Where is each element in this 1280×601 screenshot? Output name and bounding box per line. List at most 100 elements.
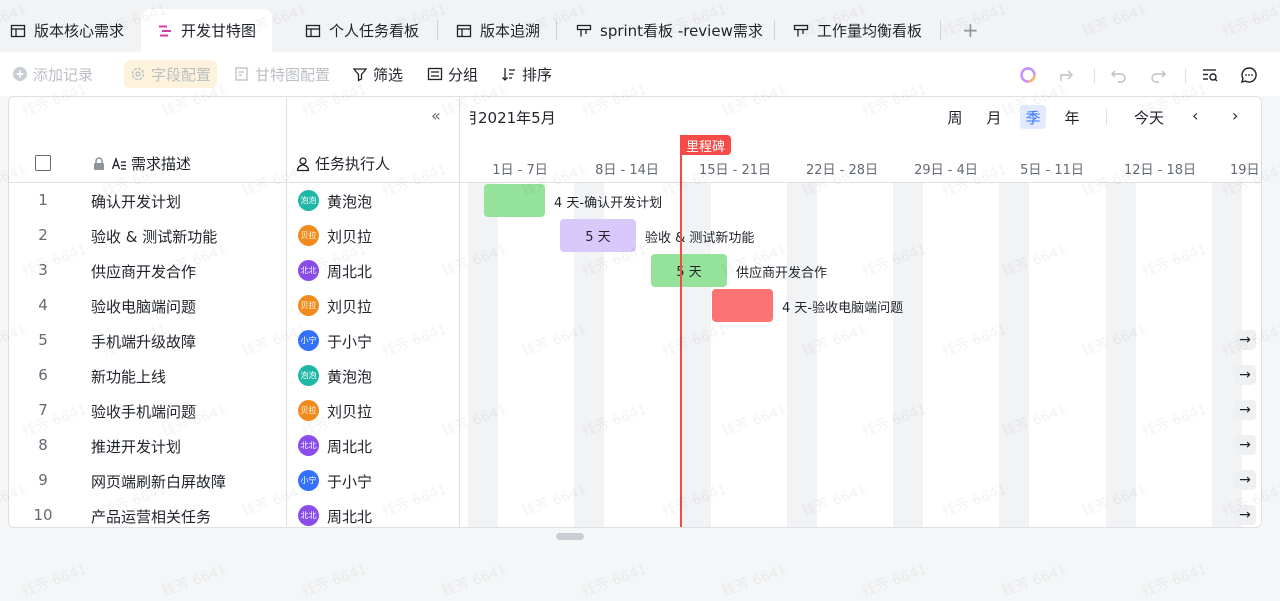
add-record-label: 添加记录 (33, 65, 94, 84)
scroll-to-bar-arrow-icon[interactable]: → (1234, 435, 1256, 455)
row-number: 3 (38, 261, 48, 279)
table-row[interactable]: 4 验收电脑端问题 贝拉 刘贝拉 (9, 288, 459, 323)
assignee-name[interactable]: 周北北 (327, 436, 372, 457)
assignee-name[interactable]: 黄泡泡 (327, 366, 372, 387)
undo-icon[interactable] (1110, 66, 1128, 84)
assignee-name[interactable]: 于小宁 (327, 331, 372, 352)
avatar: 泡泡 (298, 190, 319, 211)
row-desc[interactable]: 确认开发计划 (91, 191, 181, 212)
assignee-name[interactable]: 黄泡泡 (327, 191, 372, 212)
sort-button[interactable]: 排序 (495, 60, 558, 88)
table-row[interactable]: 6 新功能上线 泡泡 黄泡泡 (9, 358, 459, 393)
tab-dev-gantt[interactable]: 开发甘特图 (141, 9, 273, 52)
scroll-to-bar-arrow-icon[interactable]: → (1234, 470, 1256, 490)
gantt-bar[interactable] (712, 289, 773, 322)
tab-separator (940, 20, 941, 40)
avatar: 小宁 (298, 470, 319, 491)
tab-sprint-kanban[interactable]: sprint看板 -review需求 (576, 9, 763, 52)
table-row[interactable]: 2 验收 & 测试新功能 贝拉 刘贝拉 (9, 218, 459, 253)
row-desc[interactable]: 手机端升级故障 (91, 331, 196, 352)
group-label: 分组 (448, 65, 479, 84)
weekend-band (893, 183, 923, 527)
watermark: 钱芳 6641 (999, 561, 1070, 601)
gantt-timeline: 月2021年5月 周 月 季 年 今天 ‹ › 1日 - 7日8日 - 14日1… (460, 97, 1261, 527)
table-row[interactable]: 3 供应商开发合作 北北 周北北 (9, 253, 459, 288)
gantt-config-button[interactable]: 甘特图配置 (228, 60, 336, 88)
watermark: 钱芳 6641 (719, 561, 790, 601)
horizontal-scroll-handle[interactable] (556, 533, 584, 540)
weekend-band (1106, 183, 1136, 527)
row-number: 6 (38, 366, 48, 384)
select-all-checkbox[interactable] (35, 155, 51, 171)
search-records-icon[interactable] (1201, 66, 1219, 84)
row-desc[interactable]: 产品运营相关任务 (91, 506, 211, 527)
table-row[interactable]: 9 网页端刷新白屏故障 小宁 于小宁 (9, 463, 459, 498)
tab-label: 版本追溯 (480, 22, 541, 40)
pane-divider[interactable] (459, 97, 460, 527)
assignee-name[interactable]: 周北北 (327, 506, 372, 527)
table-row[interactable]: 8 推进开发计划 北北 周北北 (9, 428, 459, 463)
chevron-left-icon[interactable]: ‹ (1192, 106, 1198, 125)
scroll-to-bar-arrow-icon[interactable]: → (1234, 505, 1256, 525)
row-desc[interactable]: 供应商开发合作 (91, 261, 196, 282)
row-number: 9 (38, 471, 48, 489)
collapse-icon[interactable]: « (431, 106, 441, 125)
avatar: 北北 (298, 505, 319, 526)
redo-icon[interactable] (1149, 66, 1167, 84)
filter-button[interactable]: 筛选 (346, 60, 409, 88)
assignee-name[interactable]: 刘贝拉 (327, 226, 372, 247)
row-desc[interactable]: 验收电脑端问题 (91, 296, 196, 317)
row-number: 1 (38, 191, 48, 209)
gantt-bar[interactable] (484, 184, 545, 217)
week-label: 1日 - 7日 (492, 163, 548, 178)
header-divider (1106, 109, 1107, 125)
ai-assistant-icon[interactable] (1019, 66, 1037, 84)
add-tab-icon[interactable]: + (962, 20, 979, 40)
assignee-name[interactable]: 刘贝拉 (327, 296, 372, 317)
row-desc[interactable]: 推进开发计划 (91, 436, 181, 457)
assignee-name[interactable]: 周北北 (327, 261, 372, 282)
milestone-line[interactable] (680, 137, 682, 527)
today-button[interactable]: 今天 (1134, 107, 1164, 128)
row-desc[interactable]: 验收 & 测试新功能 (91, 226, 217, 247)
row-number: 7 (38, 401, 48, 419)
sort-icon (502, 68, 515, 81)
table-row[interactable]: 5 手机端升级故障 小宁 于小宁 (9, 323, 459, 358)
milestone-tag[interactable]: 里程碑 (680, 135, 732, 155)
table-icon (10, 24, 26, 37)
gantt-bar[interactable]: 5 天 (560, 219, 636, 252)
table-row[interactable]: 7 验收手机端问题 贝拉 刘贝拉 (9, 393, 459, 428)
tab-personal-kanban[interactable]: 个人任务看板 (305, 9, 419, 52)
scroll-to-bar-arrow-icon[interactable]: → (1234, 365, 1256, 385)
gantt-bar-label: 4 天-确认开发计划 (554, 196, 663, 211)
row-desc[interactable]: 验收手机端问题 (91, 401, 196, 422)
kanban-icon (576, 24, 592, 36)
scroll-to-bar-arrow-icon[interactable]: → (1234, 330, 1256, 350)
view-month-button[interactable]: 月 (981, 105, 1007, 129)
table-row[interactable]: 1 确认开发计划 泡泡 黄泡泡 (9, 183, 459, 218)
comment-icon[interactable] (1240, 66, 1258, 84)
tab-label: 开发甘特图 (181, 22, 257, 40)
assignee-name[interactable]: 于小宁 (327, 471, 372, 492)
field-config-button[interactable]: 字段配置 (124, 60, 218, 88)
gantt-bar[interactable]: 5 天 (651, 254, 727, 287)
scroll-to-bar-arrow-icon[interactable]: → (1234, 400, 1256, 420)
column-header-desc[interactable]: 需求描述 (91, 153, 191, 174)
view-year-button[interactable]: 年 (1059, 105, 1085, 129)
column-header-assignee[interactable]: 任务执行人 (295, 153, 390, 174)
share-icon[interactable] (1058, 66, 1076, 84)
avatar: 北北 (298, 260, 319, 281)
tab-version-trace[interactable]: 版本追溯 (456, 9, 540, 52)
chevron-right-icon[interactable]: › (1232, 106, 1238, 125)
assignee-name[interactable]: 刘贝拉 (327, 401, 372, 422)
row-number: 5 (38, 331, 48, 349)
row-desc[interactable]: 新功能上线 (91, 366, 166, 387)
tab-version-core[interactable]: 版本核心需求 (10, 9, 124, 52)
view-quarter-button[interactable]: 季 (1020, 105, 1046, 129)
add-record-button[interactable]: 添加记录 (6, 60, 99, 88)
row-desc[interactable]: 网页端刷新白屏故障 (91, 471, 226, 492)
view-week-button[interactable]: 周 (942, 105, 968, 129)
tab-workload-kanban[interactable]: 工作量均衡看板 (793, 9, 922, 52)
group-button[interactable]: 分组 (421, 60, 484, 88)
table-row[interactable]: 10 产品运营相关任务 北北 周北北 (9, 498, 459, 527)
